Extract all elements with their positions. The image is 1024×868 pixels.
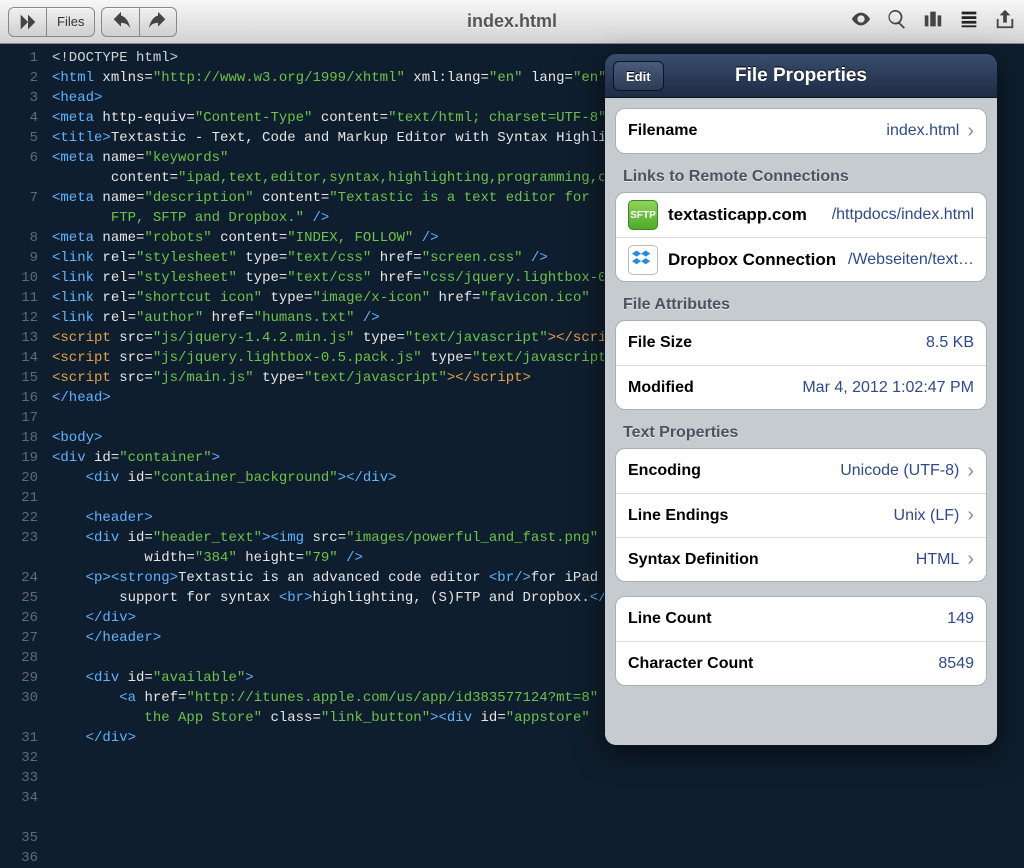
linecount-row: Line Count 149 xyxy=(616,597,986,641)
search-icon[interactable] xyxy=(886,8,908,35)
chevron-right-icon: › xyxy=(967,548,974,571)
popover-body[interactable]: Filename index.html › Links to Remote Co… xyxy=(605,98,997,745)
chevron-right-icon: › xyxy=(967,504,974,527)
filename-row[interactable]: Filename index.html › xyxy=(616,109,986,153)
line-gutter: 1234567891011121314151617181920212223242… xyxy=(0,44,46,748)
dropbox-icon xyxy=(628,245,658,275)
popover-title: File Properties xyxy=(735,65,867,87)
syntax-row[interactable]: Syntax Definition HTML › xyxy=(616,537,986,581)
preview-icon[interactable] xyxy=(850,8,872,35)
edit-button[interactable]: Edit xyxy=(613,61,664,91)
filename-label: Filename xyxy=(628,122,886,140)
textprops-header: Text Properties xyxy=(615,410,987,448)
chevron-right-icon: › xyxy=(967,120,974,143)
top-toolbar: Files index.html xyxy=(0,0,1024,44)
file-properties-popover: Edit File Properties Filename index.html… xyxy=(604,53,998,746)
undo-button[interactable] xyxy=(101,7,139,37)
encoding-row[interactable]: Encoding Unicode (UTF-8) › xyxy=(616,449,986,493)
layout-icon[interactable] xyxy=(922,8,944,35)
attrs-header: File Attributes xyxy=(615,282,987,320)
charcount-row: Character Count 8549 xyxy=(616,641,986,685)
modified-row: Modified Mar 4, 2012 1:02:47 PM xyxy=(616,365,986,409)
share-icon[interactable] xyxy=(994,8,1016,35)
remote-link-sftp[interactable]: SFTP textasticapp.com /httpdocs/index.ht… xyxy=(616,193,986,237)
popover-header: Edit File Properties xyxy=(605,54,997,98)
remote-link-dropbox[interactable]: Dropbox Connection /Webseiten/text… xyxy=(616,237,986,281)
links-header: Links to Remote Connections xyxy=(615,154,987,192)
lineendings-row[interactable]: Line Endings Unix (LF) › xyxy=(616,493,986,537)
files-button[interactable]: Files xyxy=(46,7,95,37)
sftp-icon: SFTP xyxy=(628,200,658,230)
filesize-row: File Size 8.5 KB xyxy=(616,321,986,365)
filename-value: index.html xyxy=(886,122,959,140)
redo-button[interactable] xyxy=(139,7,177,37)
play-forward-button[interactable] xyxy=(8,7,46,37)
file-properties-icon[interactable] xyxy=(958,8,980,35)
chevron-right-icon: › xyxy=(967,460,974,483)
